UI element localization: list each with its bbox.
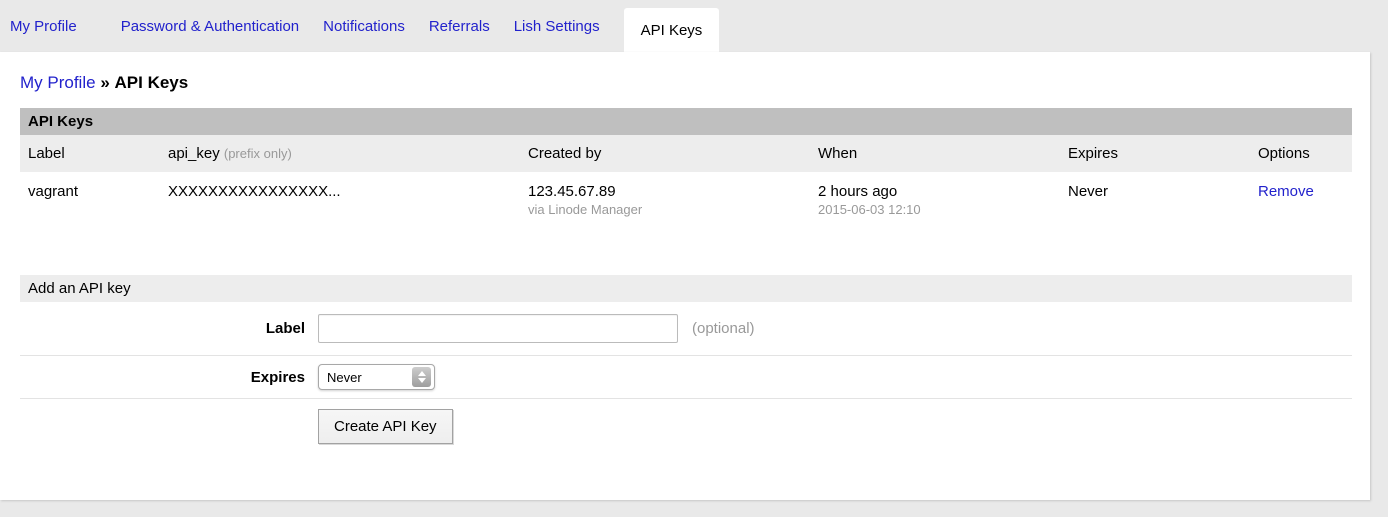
expires-form-row: Expires Never (20, 356, 1352, 399)
expires-select[interactable]: Never (318, 364, 435, 390)
col-header-api-key: api_key (prefix only) (160, 135, 520, 172)
create-api-key-button[interactable]: Create API Key (318, 409, 453, 444)
content-card: My Profile » API Keys API Keys Label api… (0, 52, 1370, 500)
created-by-ip: 123.45.67.89 (528, 183, 802, 200)
api-key-row: vagrant XXXXXXXXXXXXXXXX... 123.45.67.89… (20, 172, 1352, 231)
col-header-created-by: Created by (520, 135, 810, 172)
page-title: API Keys (115, 73, 189, 92)
when-relative: 2 hours ago (818, 183, 1052, 200)
add-api-key-section-header: Add an API key (20, 275, 1352, 302)
col-header-api-key-note: (prefix only) (224, 146, 292, 161)
expires-field-label: Expires (20, 369, 318, 386)
api-key-when-cell: 2 hours ago 2015-06-03 12:10 (810, 172, 1060, 231)
tab-referrals[interactable]: Referrals (429, 18, 490, 35)
expires-select-value: Never (327, 370, 362, 385)
when-absolute: 2015-06-03 12:10 (818, 202, 1052, 217)
select-arrows-icon (412, 367, 431, 387)
api-key-prefix-cell: XXXXXXXXXXXXXXXX... (160, 172, 520, 231)
tab-password-authentication[interactable]: Password & Authentication (121, 18, 299, 35)
api-key-label-cell: vagrant (20, 172, 160, 231)
col-header-label: Label (20, 135, 160, 172)
table-title: API Keys (20, 108, 1352, 135)
api-key-expires-cell: Never (1060, 172, 1250, 231)
profile-tab-bar: My Profile Password & Authentication Not… (0, 0, 1388, 52)
remove-link[interactable]: Remove (1258, 183, 1314, 200)
tab-api-keys[interactable]: API Keys (624, 8, 720, 52)
submit-form-row: Create API Key (20, 399, 1352, 444)
label-field-label: Label (20, 320, 318, 337)
label-input[interactable] (318, 314, 678, 343)
breadcrumb: My Profile » API Keys (20, 52, 1370, 93)
tab-lish-settings[interactable]: Lish Settings (514, 18, 600, 35)
label-form-row: Label (optional) (20, 302, 1352, 356)
tab-my-profile[interactable]: My Profile (10, 18, 77, 35)
api-key-options-cell: Remove (1250, 172, 1352, 231)
tab-notifications[interactable]: Notifications (323, 18, 405, 35)
col-header-when: When (810, 135, 1060, 172)
created-by-via: via Linode Manager (528, 202, 802, 217)
label-optional-note: (optional) (692, 320, 755, 337)
breadcrumb-my-profile-link[interactable]: My Profile (20, 73, 96, 92)
col-header-options: Options (1250, 135, 1352, 172)
col-header-expires: Expires (1060, 135, 1250, 172)
table-header-row: Label api_key (prefix only) Created by W… (20, 135, 1352, 172)
breadcrumb-separator: » (100, 73, 109, 92)
api-key-created-by-cell: 123.45.67.89 via Linode Manager (520, 172, 810, 231)
api-keys-table: API Keys Label api_key (prefix only) Cre… (20, 108, 1352, 231)
